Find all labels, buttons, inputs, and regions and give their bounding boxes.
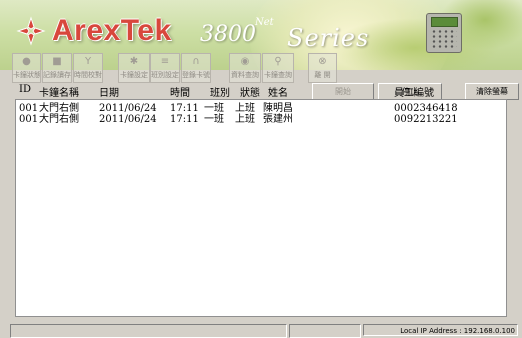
brand-logo-icon	[16, 16, 46, 46]
series-label: Series	[287, 24, 370, 52]
attendance-list[interactable]: 001 大門右側 2011/06/24 17:11 一班 上班 陳明昌 0002…	[15, 99, 507, 317]
cell-clock-name: 大門右側	[39, 114, 79, 125]
cell-time: 17:11	[170, 114, 199, 125]
toolbar-label: 卡鐘查詢	[264, 71, 292, 79]
toolbar-button-shift-settings[interactable]: ≡ 班別設定	[150, 53, 180, 83]
circle-icon: ●	[22, 56, 31, 67]
toolbar-label: 離 開	[314, 71, 331, 79]
column-header-status[interactable]: 狀態	[240, 84, 260, 99]
status-panel	[10, 324, 287, 338]
toolbar-label: 資料查詢	[231, 71, 259, 79]
record-icon: ■	[52, 56, 62, 67]
status-panel	[289, 324, 361, 338]
toolbar-button-register-card[interactable]: ∩ 登錄卡號	[181, 53, 211, 83]
column-header-employee-id[interactable]: 員工編號	[394, 84, 434, 99]
cell-person-name: 張建州	[263, 114, 293, 125]
list-row[interactable]: 001 大門右側 2011/06/24 17:11 一班 上班 張建州 0092…	[19, 114, 499, 125]
toolbar-label: 班別設定	[151, 71, 179, 79]
start-button[interactable]: 開始	[312, 83, 374, 100]
toolbar-label: 時間校對	[74, 71, 102, 79]
cell-employee-id: 0002346418	[394, 103, 458, 114]
toolbar-label: 卡鐘狀態	[13, 71, 40, 79]
column-header-id[interactable]: ID	[19, 84, 31, 95]
local-ip-address: Local IP Address : 192.168.0.100	[363, 324, 518, 336]
cell-id: 001	[19, 114, 39, 125]
search-icon: ⚲	[274, 56, 282, 67]
toolbar-button-clock-status[interactable]: ● 卡鐘狀態	[12, 53, 41, 83]
toolbar-button-time-sync[interactable]: Y 時間校對	[73, 53, 103, 83]
status-bar: Local IP Address : 192.168.0.100	[0, 322, 522, 338]
cell-date: 2011/06/24	[99, 114, 157, 125]
shift-icon: ≡	[160, 56, 170, 67]
model-suffix: Net	[255, 17, 274, 28]
clear-screen-button[interactable]: 清除螢幕	[465, 83, 519, 100]
cell-shift: 一班	[204, 114, 224, 125]
list-row[interactable]: 001 大門右側 2011/06/24 17:11 一班 上班 陳明昌 0002…	[19, 103, 499, 114]
cell-shift: 一班	[204, 103, 224, 114]
cell-status: 上班	[235, 114, 255, 125]
column-header-date[interactable]: 日期	[99, 84, 119, 99]
cell-status: 上班	[235, 103, 255, 114]
toolbar-label: 登錄卡號	[182, 71, 210, 79]
brand-name: ArexTek	[52, 14, 172, 47]
column-header-name[interactable]: 姓名	[268, 84, 288, 99]
model-number: 3800	[200, 22, 256, 47]
toolbar-button-record[interactable]: ■ 記錄讀存	[42, 53, 72, 83]
column-header-shift[interactable]: 班別	[210, 84, 230, 99]
toolbar-button-exit[interactable]: ⊗ 離 開	[308, 53, 337, 83]
time-clock-device-icon	[426, 13, 462, 53]
exit-icon: ⊗	[318, 56, 327, 67]
cell-date: 2011/06/24	[99, 103, 157, 114]
cell-time: 17:11	[170, 103, 199, 114]
gear-icon: ✱	[129, 56, 139, 67]
cell-clock-name: 大門右側	[39, 103, 79, 114]
cell-employee-id: 0092213221	[394, 114, 458, 125]
column-header-clock-name[interactable]: 卡鐘名稱	[39, 84, 79, 99]
cell-id: 001	[19, 103, 39, 114]
card-icon: ∩	[192, 56, 200, 67]
filter-icon: Y	[84, 56, 92, 67]
toolbar-button-data-query[interactable]: ◉ 資料查詢	[229, 53, 261, 83]
toolbar-label: 卡鐘設定	[120, 71, 148, 79]
data-icon: ◉	[240, 56, 250, 67]
column-header-time[interactable]: 時間	[170, 84, 190, 99]
toolbar: ● 卡鐘狀態 ■ 記錄讀存 Y 時間校對 ✱ 卡鐘設定 ≡ 班別設定 ∩ 登錄卡…	[0, 51, 522, 83]
toolbar-label: 記錄讀存	[43, 71, 71, 79]
toolbar-button-clock-query[interactable]: ⚲ 卡鐘查詢	[262, 53, 294, 83]
toolbar-button-clock-settings[interactable]: ✱ 卡鐘設定	[118, 53, 150, 83]
cell-person-name: 陳明昌	[263, 103, 293, 114]
